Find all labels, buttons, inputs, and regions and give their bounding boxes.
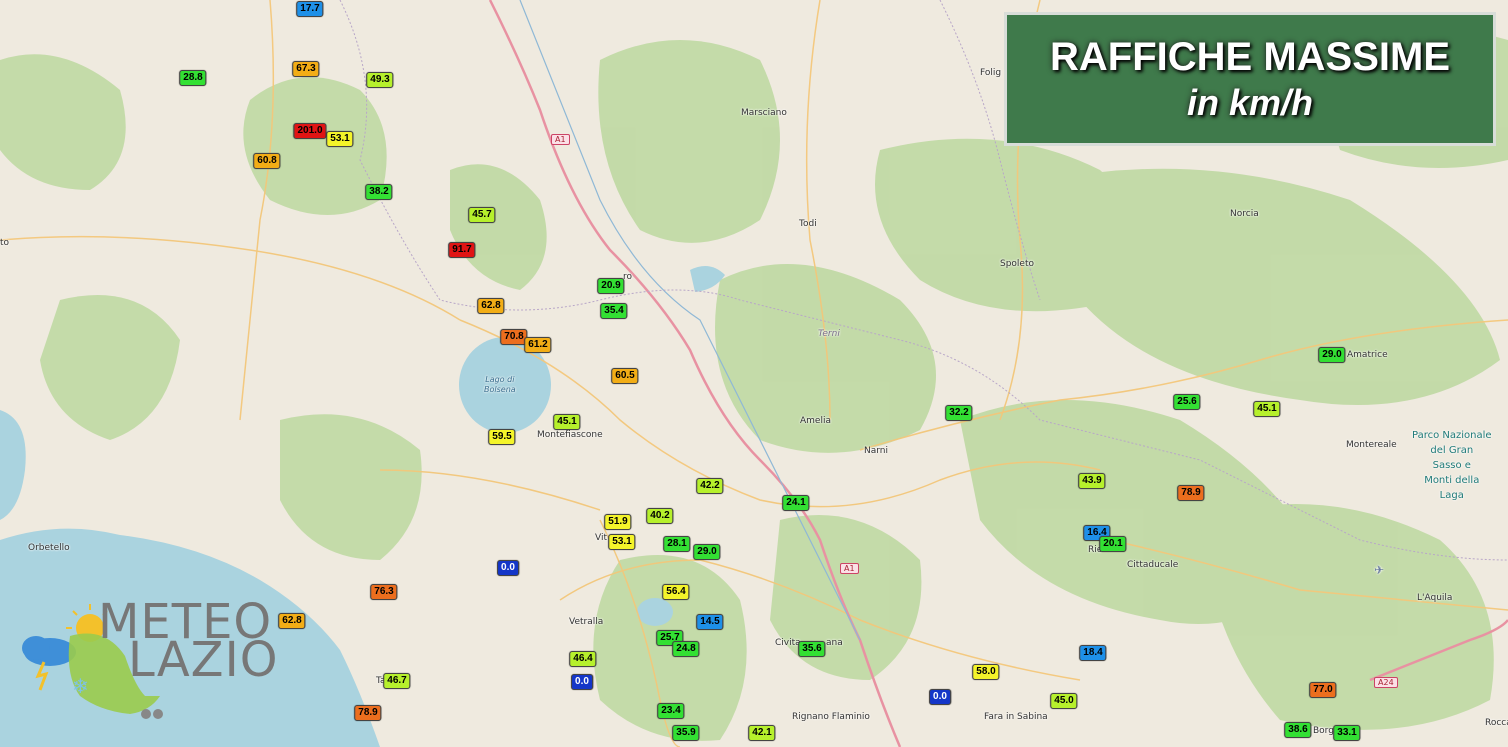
label-rignano: Rignano Flaminio [792, 712, 870, 722]
gust-marker[interactable]: 28.1 [663, 536, 691, 552]
gust-marker[interactable]: 29.0 [693, 544, 721, 560]
label-civita: Civita [775, 638, 801, 648]
gust-marker[interactable]: 25.6 [1173, 394, 1201, 410]
gust-marker[interactable]: 23.4 [657, 703, 685, 719]
gust-marker[interactable]: 45.0 [1050, 693, 1078, 709]
gust-marker[interactable]: 58.0 [972, 664, 1000, 680]
gust-marker[interactable]: 67.3 [292, 61, 320, 77]
label-viterbo: Vit [595, 533, 607, 543]
gust-marker[interactable]: 0.0 [497, 560, 519, 576]
label-orvieto: ro [623, 272, 633, 282]
label-fara: Fara in Sabina [984, 712, 1048, 722]
gust-marker[interactable]: 18.4 [1079, 645, 1107, 661]
gust-marker[interactable]: 59.5 [488, 429, 516, 445]
road-shield-a1-north: A1 [551, 134, 570, 145]
gust-marker[interactable]: 35.4 [600, 303, 628, 319]
meteo-lazio-logo: ❄ METEO LAZIO [10, 596, 278, 726]
gust-marker[interactable]: 24.8 [672, 641, 700, 657]
road-shield-a1-south: A1 [840, 563, 859, 574]
gust-marker[interactable]: 20.1 [1099, 536, 1127, 552]
lake-vico [637, 598, 673, 626]
label-terni: Terni [818, 329, 840, 339]
gust-marker[interactable]: 45.7 [468, 207, 496, 223]
label-orbetello: Orbetello [28, 543, 70, 553]
gust-marker[interactable]: 76.3 [370, 584, 398, 600]
label-amatrice: Amatrice [1347, 350, 1388, 360]
gust-marker[interactable]: 60.5 [611, 368, 639, 384]
gust-marker[interactable]: 28.8 [179, 70, 207, 86]
label-vetralla: Vetralla [569, 617, 604, 627]
label-foligno: Folig [980, 68, 1002, 78]
gust-marker[interactable]: 201.0 [293, 123, 327, 139]
gust-marker[interactable]: 43.9 [1078, 473, 1106, 489]
title-panel: RAFFICHE MASSIME in km/h [1004, 12, 1496, 146]
gust-marker[interactable]: 38.6 [1284, 722, 1312, 738]
gust-marker[interactable]: 46.4 [569, 651, 597, 667]
label-laquila: L'Aquila [1417, 593, 1453, 603]
gust-marker[interactable]: 78.9 [1177, 485, 1205, 501]
logo-text-lazio: LAZIO [128, 632, 279, 688]
gust-marker[interactable]: 35.9 [672, 725, 700, 741]
label-amelia: Amelia [800, 416, 831, 426]
label-narni: Narni [864, 446, 888, 456]
gust-marker[interactable]: 61.2 [524, 337, 552, 353]
title-main: RAFFICHE MASSIME [1050, 35, 1450, 79]
road-shield-a24: A24 [1374, 677, 1398, 688]
gust-marker[interactable]: 62.8 [278, 613, 306, 629]
airport-icon: ✈ [1374, 563, 1385, 577]
gust-marker[interactable]: 78.9 [354, 705, 382, 721]
gust-marker[interactable]: 24.1 [782, 495, 810, 511]
label-montereale: Montereale [1346, 440, 1397, 450]
gust-marker[interactable]: 45.1 [1253, 401, 1281, 417]
gust-marker[interactable]: 35.6 [798, 641, 826, 657]
label-park-gran-sasso: Parco Nazionale del Gran Sasso e Monti d… [1412, 430, 1492, 501]
gust-marker[interactable]: 56.4 [662, 584, 690, 600]
label-spoleto: Spoleto [1000, 259, 1035, 269]
gust-marker[interactable]: 51.9 [604, 514, 632, 530]
gust-marker[interactable]: 53.1 [326, 131, 354, 147]
label-to: to [0, 238, 10, 248]
gust-marker[interactable]: 62.8 [477, 298, 505, 314]
label-lake-bolsena: Lago di Bolsena [484, 375, 516, 394]
label-todi: Todi [799, 219, 817, 229]
gust-marker[interactable]: 32.2 [945, 405, 973, 421]
gust-marker[interactable]: 77.0 [1309, 682, 1337, 698]
gust-marker[interactable]: 60.8 [253, 153, 281, 169]
label-marsciano: Marsciano [741, 108, 787, 118]
label-cittaducale: Cittaducale [1127, 560, 1179, 570]
gust-marker[interactable]: 33.1 [1333, 725, 1361, 741]
gust-marker[interactable]: 42.1 [748, 725, 776, 741]
label-norcia: Norcia [1230, 209, 1259, 219]
gust-marker[interactable]: 17.7 [296, 1, 324, 17]
gust-marker[interactable]: 53.1 [608, 534, 636, 550]
gust-marker[interactable]: 29.0 [1318, 347, 1346, 363]
label-rocca: Rocca [1485, 718, 1508, 728]
gust-marker[interactable]: 0.0 [929, 689, 951, 705]
gust-marker[interactable]: 0.0 [571, 674, 593, 690]
svg-text:❄: ❄ [72, 674, 89, 698]
label-civita-2: ana [826, 638, 843, 648]
label-montefiascone: Montefiascone [537, 430, 603, 440]
gust-marker[interactable]: 42.2 [696, 478, 724, 494]
gust-marker[interactable]: 40.2 [646, 508, 674, 524]
gust-marker[interactable]: 45.1 [553, 414, 581, 430]
title-unit: in km/h [1186, 82, 1314, 123]
gust-marker[interactable]: 14.5 [696, 614, 724, 630]
gust-marker[interactable]: 20.9 [597, 278, 625, 294]
gust-marker[interactable]: 49.3 [366, 72, 394, 88]
gust-marker[interactable]: 46.7 [383, 673, 411, 689]
gust-marker[interactable]: 91.7 [448, 242, 476, 258]
gust-marker[interactable]: 38.2 [365, 184, 393, 200]
